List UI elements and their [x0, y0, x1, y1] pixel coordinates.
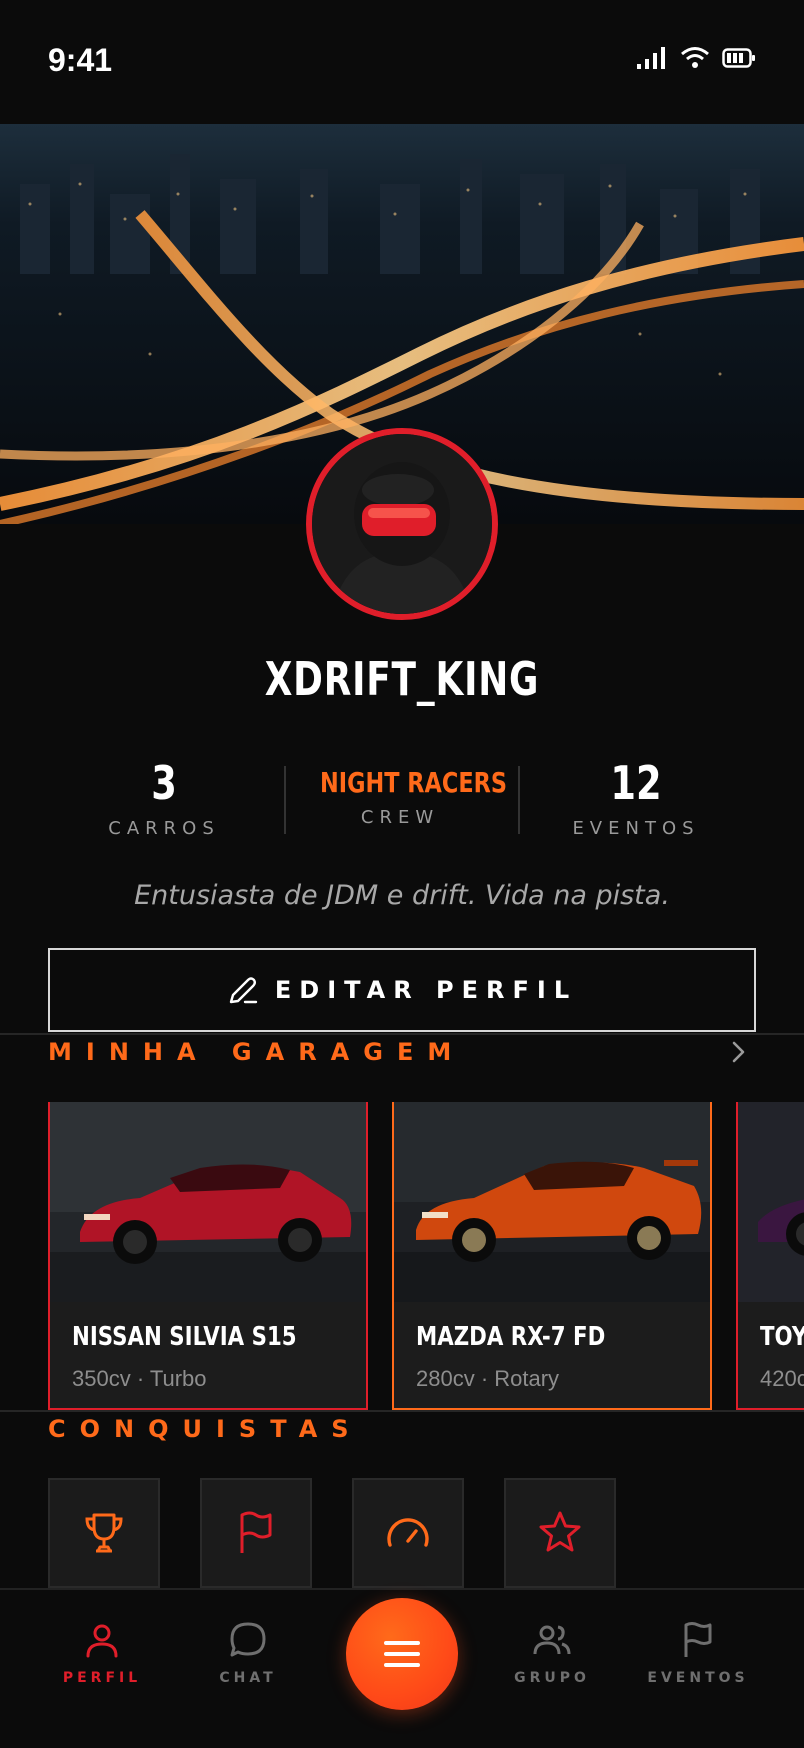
status-time: 9:41: [48, 42, 113, 78]
username: XDRIFT_KING: [264, 652, 540, 706]
car-spec: 350cv · Turbo: [72, 1366, 207, 1391]
stat-divider: [284, 766, 286, 834]
pencil-icon: [229, 977, 258, 1004]
nav-chat-label: CHAT: [219, 1670, 277, 1686]
bottom-nav: PERFIL CHAT GRUPO EVENTOS: [0, 1588, 804, 1748]
garage-title: MINHA GARAGEM: [48, 1038, 466, 1066]
stat-events-label: EVENTOS: [572, 818, 700, 839]
nav-group-label: GRUPO: [514, 1670, 590, 1686]
car-card[interactable]: NISSAN SILVIA S15 350cv · Turbo: [48, 1102, 368, 1410]
signal-icon: [637, 47, 665, 69]
car-name: TOYO: [760, 1322, 804, 1352]
car-spec: 280cv · Rotary: [416, 1366, 560, 1391]
stat-events-value: 12: [610, 756, 662, 810]
car-card[interactable]: MAZDA RX-7 FD 280cv · Rotary: [392, 1102, 712, 1410]
status-icons: [636, 46, 756, 70]
edit-profile-button[interactable]: EDITAR PERFIL: [48, 948, 756, 1032]
status-bar: 9:41: [0, 0, 804, 124]
car-name: MAZDA RX-7 FD: [416, 1322, 606, 1352]
car-spec: 420c: [760, 1366, 804, 1391]
edit-profile-label: EDITAR PERFIL: [274, 976, 578, 1004]
car-image: [738, 1102, 804, 1302]
nav-profile-label: PERFIL: [62, 1670, 142, 1686]
nav-profile[interactable]: PERFIL: [42, 1620, 162, 1686]
menu-button[interactable]: [346, 1598, 458, 1710]
stat-crew[interactable]: NIGHT RACERS CREW: [300, 766, 507, 828]
stat-crew-label: CREW: [360, 807, 440, 828]
achievement-trophy[interactable]: [48, 1478, 160, 1588]
nav-group[interactable]: GRUPO: [492, 1620, 612, 1686]
nav-events[interactable]: EVENTOS: [638, 1620, 758, 1686]
car-name: NISSAN SILVIA S15: [72, 1322, 297, 1352]
speedometer-icon: [387, 1518, 429, 1547]
achievement-speed[interactable]: [352, 1478, 464, 1588]
stat-cars-value: 3: [151, 756, 177, 810]
section-divider: [0, 1033, 804, 1035]
menu-icon: [384, 1641, 420, 1667]
flag-icon: [684, 1622, 712, 1657]
chat-icon: [230, 1622, 266, 1657]
stat-cars-label: CARROS: [108, 818, 220, 839]
flag-icon: [240, 1511, 272, 1553]
star-icon: [539, 1511, 581, 1552]
achievement-star[interactable]: [504, 1478, 616, 1588]
car-card[interactable]: TOYO 420c: [736, 1102, 804, 1410]
avatar[interactable]: [306, 428, 498, 620]
nav-events-label: EVENTOS: [647, 1670, 749, 1686]
stat-cars[interactable]: 3 CARROS: [64, 756, 264, 839]
section-divider: [0, 1410, 804, 1412]
bio: Entusiasta de JDM e drift. Vida na pista…: [134, 880, 670, 911]
battery-icon: [722, 48, 755, 68]
chevron-right-icon[interactable]: [726, 1040, 750, 1064]
car-image: [50, 1102, 366, 1302]
trophy-icon: [85, 1513, 123, 1553]
wifi-icon: [681, 47, 709, 68]
achievement-flag[interactable]: [200, 1478, 312, 1588]
car-image: [394, 1102, 710, 1302]
stat-divider: [518, 766, 520, 834]
group-icon: [533, 1625, 571, 1655]
achievements-title: CONQUISTAS: [48, 1415, 363, 1443]
stat-events[interactable]: 12 EVENTOS: [536, 756, 736, 839]
nav-chat[interactable]: CHAT: [188, 1620, 308, 1686]
user-icon: [86, 1624, 118, 1658]
stat-crew-value: NIGHT RACERS: [320, 766, 507, 799]
